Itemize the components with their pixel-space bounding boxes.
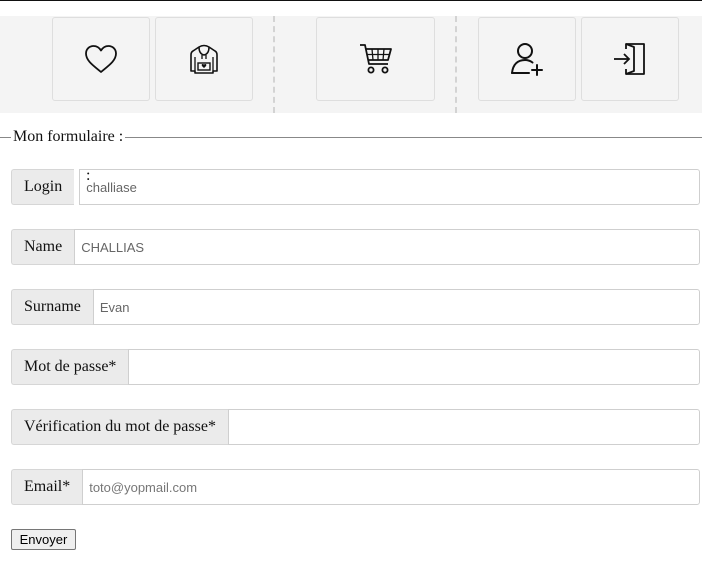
password-check-row: Vérification du mot de passe*	[11, 409, 700, 445]
login-row: Login :	[11, 167, 700, 205]
nav-separator	[455, 16, 457, 113]
login-icon	[612, 41, 648, 77]
nav-separator	[273, 16, 275, 113]
add-user-icon	[509, 41, 545, 77]
login-label: Login	[11, 169, 75, 205]
top-divider	[0, 0, 702, 1]
form-legend: Mon formulaire :	[11, 128, 126, 146]
name-label: Name	[11, 229, 75, 265]
password-check-label: Vérification du mot de passe*	[11, 409, 228, 445]
submit-button[interactable]: Envoyer	[11, 529, 76, 550]
hoodie-icon	[188, 43, 220, 75]
name-input[interactable]	[74, 229, 700, 265]
login-button[interactable]	[581, 17, 679, 101]
name-row: Name	[11, 229, 700, 265]
cart-icon	[358, 42, 394, 76]
heart-icon	[84, 44, 118, 74]
login-colon: :	[86, 167, 91, 184]
cart-button[interactable]	[316, 17, 435, 101]
surname-input[interactable]	[92, 289, 700, 325]
password-label: Mot de passe*	[11, 349, 129, 385]
password-check-input[interactable]	[227, 409, 700, 445]
surname-row: Surname	[11, 289, 700, 325]
top-nav	[0, 16, 702, 113]
registration-form: Mon formulaire : Login : Name Surname Mo…	[0, 128, 702, 568]
favorites-button[interactable]	[52, 17, 150, 101]
email-row: Email*	[11, 469, 700, 505]
password-input[interactable]	[128, 349, 700, 385]
password-row: Mot de passe*	[11, 349, 700, 385]
clothing-button[interactable]	[155, 17, 253, 101]
surname-label: Surname	[11, 289, 93, 325]
email-input[interactable]	[82, 469, 700, 505]
login-input[interactable]	[79, 169, 700, 205]
register-button[interactable]	[478, 17, 576, 101]
email-label: Email*	[11, 469, 83, 505]
